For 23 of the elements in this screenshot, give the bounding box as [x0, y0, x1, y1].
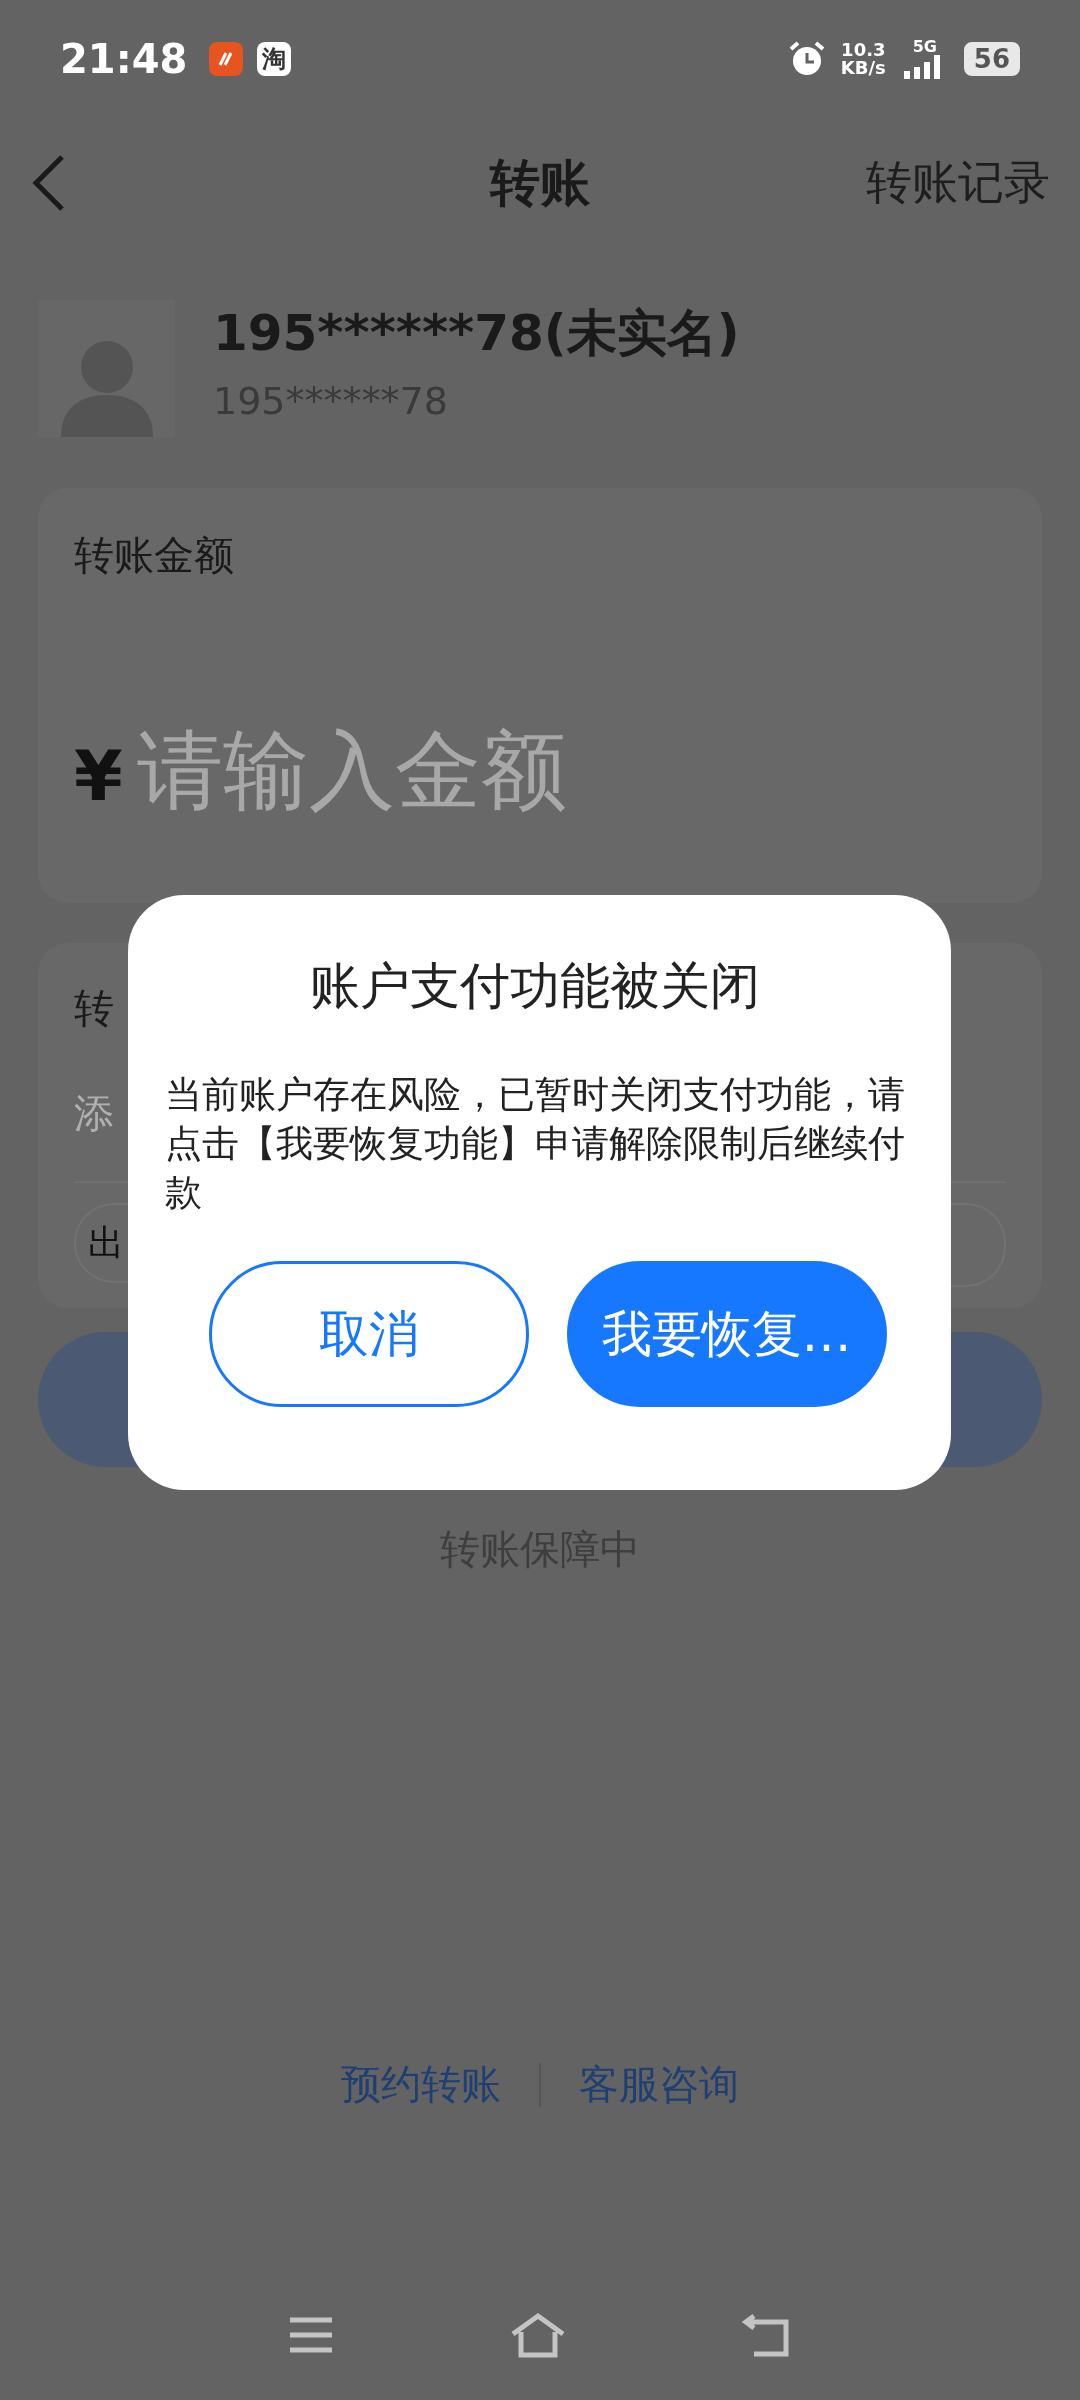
footer-link[interactable]: 预约转账 — [341, 2057, 501, 2112]
restore-button[interactable]: 我要恢复… — [566, 1261, 887, 1407]
page-title: 转账 — [490, 152, 590, 214]
network-speed: 10.3 — [841, 41, 886, 59]
app-icon — [209, 42, 244, 76]
currency-symbol: ¥ — [74, 735, 123, 817]
amount-label: 转账金额 — [74, 531, 234, 580]
speed-unit: KB/s — [840, 59, 886, 77]
battery-level: 56 — [963, 42, 1020, 76]
network-type: 5G — [912, 39, 937, 55]
footer-link[interactable]: 客服咨询 — [579, 2057, 739, 2112]
recipient-name: 195******78(未实名) — [213, 303, 740, 364]
note-field[interactable]: 添 — [74, 1086, 114, 1141]
menu-icon[interactable] — [287, 2315, 334, 2355]
amount-field[interactable]: 请输入金额 — [136, 713, 567, 830]
app-icon: 淘 — [257, 42, 292, 76]
status-time: 21:48 — [60, 36, 188, 82]
note-label: 转 — [74, 984, 114, 1033]
home-icon[interactable] — [509, 2312, 567, 2358]
dialog-title: 账户支付功能被关闭 — [310, 956, 760, 1017]
history-link[interactable]: 转账记录 — [866, 152, 1050, 214]
cancel-button[interactable]: 取消 — [208, 1261, 529, 1407]
dialog-message: 当前账户存在风险，已暂时关闭支付功能，请点击【我要恢复功能】申请解除限制后继续付款 — [165, 1072, 905, 1216]
